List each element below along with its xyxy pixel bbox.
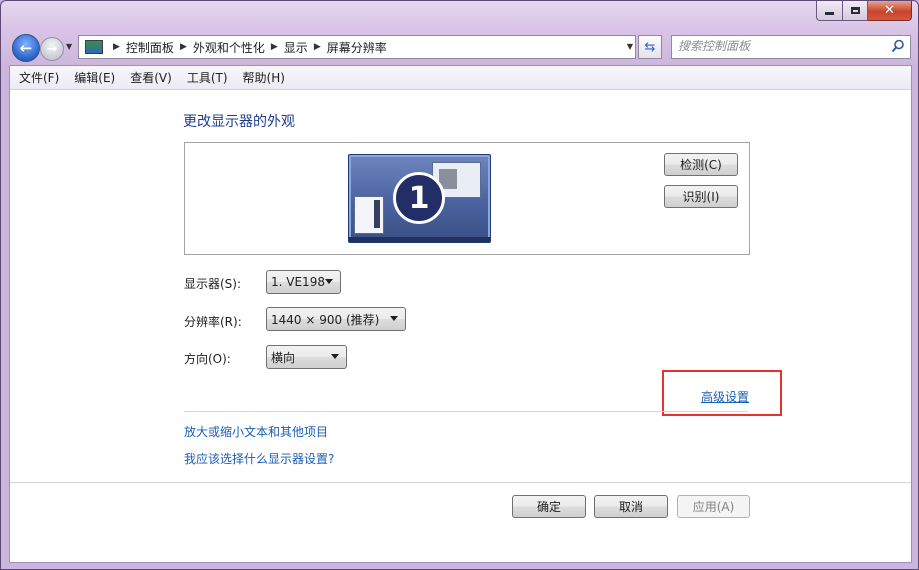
- address-dropdown-icon[interactable]: ▼: [627, 42, 633, 51]
- text-size-link[interactable]: 放大或缩小文本和其他项目: [184, 423, 328, 440]
- close-icon: ✕: [884, 3, 895, 18]
- monitor-preview-panel: 1 检测(C) 识别(I): [184, 142, 750, 255]
- display-help-link[interactable]: 我应该选择什么显示器设置?: [184, 450, 334, 467]
- display-label: 显示器(S):: [184, 277, 242, 291]
- orientation-label: 方向(O):: [184, 352, 231, 366]
- display-select[interactable]: 1. VE198: [266, 270, 341, 294]
- caption-buttons: ✕: [816, 1, 912, 21]
- orientation-select-value: 横向: [271, 350, 296, 365]
- resolution-select[interactable]: 1440 × 900 (推荐): [266, 307, 406, 331]
- cancel-button[interactable]: 取消: [594, 495, 668, 518]
- monitor-number-badge: 1: [393, 172, 445, 224]
- chevron-down-icon: [390, 316, 398, 321]
- refresh-button[interactable]: ⇆: [638, 35, 662, 59]
- detect-button[interactable]: 检测(C): [664, 153, 738, 176]
- document-thumbnail-icon: [354, 196, 384, 234]
- breadcrumb-screen-resolution[interactable]: 屏幕分辨率: [327, 39, 387, 56]
- chevron-right-icon[interactable]: ▶: [314, 42, 321, 52]
- chevron-right-icon[interactable]: ▶: [180, 42, 187, 52]
- chevron-down-icon: [325, 279, 333, 284]
- back-button[interactable]: ←: [12, 34, 40, 62]
- monitor-1-thumbnail[interactable]: 1: [348, 154, 491, 243]
- control-panel-window: ✕ ← → ▼ ▶ 控制面板 ▶ 外观和个性化 ▶ 显示 ▶ 屏幕分辨率 ▼ ⇆: [0, 0, 919, 570]
- arrow-right-icon: →: [46, 41, 58, 57]
- maximize-button[interactable]: [843, 1, 868, 21]
- minimize-icon: [825, 12, 834, 15]
- chevron-down-icon: [331, 354, 339, 359]
- menu-bar: 文件(F) 编辑(E) 查看(V) 工具(T) 帮助(H): [10, 66, 911, 90]
- breadcrumb-control-panel[interactable]: 控制面板: [126, 39, 174, 56]
- maximize-icon: [850, 7, 860, 14]
- search-icon[interactable]: [891, 39, 905, 53]
- arrow-left-icon: ←: [19, 39, 33, 57]
- search-input[interactable]: [672, 36, 878, 56]
- menu-tools[interactable]: 工具(T): [178, 69, 234, 86]
- highlight-annotation: [662, 370, 782, 416]
- search-box: [671, 35, 911, 59]
- ok-button[interactable]: 确定: [512, 495, 586, 518]
- refresh-icon: ⇆: [644, 39, 656, 55]
- breadcrumb-appearance[interactable]: 外观和个性化: [193, 39, 265, 56]
- page-title: 更改显示器的外观: [183, 114, 295, 130]
- taskbar-thumbnail: [349, 237, 490, 242]
- forward-button[interactable]: →: [40, 37, 64, 61]
- resolution-select-value: 1440 × 900 (推荐): [271, 312, 380, 327]
- address-bar[interactable]: ▶ 控制面板 ▶ 外观和个性化 ▶ 显示 ▶ 屏幕分辨率 ▼: [78, 35, 636, 59]
- menu-file[interactable]: 文件(F): [10, 69, 65, 86]
- content-area: 文件(F) 编辑(E) 查看(V) 工具(T) 帮助(H) 更改显示器的外观 1…: [9, 65, 912, 563]
- close-button[interactable]: ✕: [868, 1, 912, 21]
- chevron-right-icon[interactable]: ▶: [271, 42, 278, 52]
- identify-button[interactable]: 识别(I): [664, 185, 738, 208]
- apply-button[interactable]: 应用(A): [677, 495, 750, 518]
- control-panel-icon: [85, 40, 103, 54]
- menu-edit[interactable]: 编辑(E): [65, 69, 121, 86]
- history-dropdown-icon[interactable]: ▼: [66, 42, 72, 51]
- menu-view[interactable]: 查看(V): [121, 69, 178, 86]
- display-select-value: 1. VE198: [271, 275, 325, 289]
- divider: [184, 411, 748, 412]
- footer-divider: [10, 482, 911, 483]
- resolution-label: 分辨率(R):: [184, 315, 242, 329]
- minimize-button[interactable]: [816, 1, 843, 21]
- navigation-bar: ← → ▼ ▶ 控制面板 ▶ 外观和个性化 ▶ 显示 ▶ 屏幕分辨率 ▼ ⇆: [9, 33, 914, 62]
- breadcrumb-display[interactable]: 显示: [284, 39, 308, 56]
- chevron-right-icon[interactable]: ▶: [113, 42, 120, 52]
- orientation-select[interactable]: 横向: [266, 345, 347, 369]
- menu-help[interactable]: 帮助(H): [234, 69, 291, 86]
